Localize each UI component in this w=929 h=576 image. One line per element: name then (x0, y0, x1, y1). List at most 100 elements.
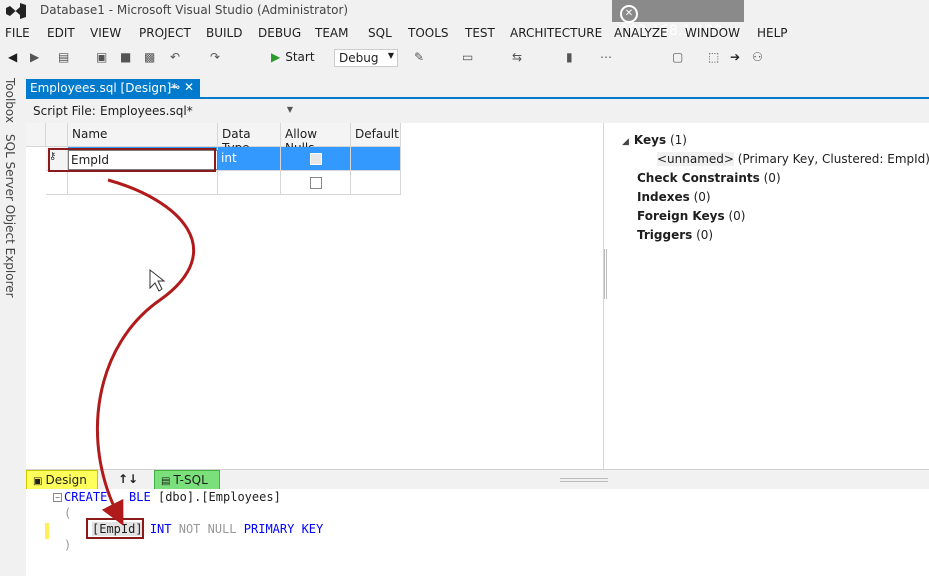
toolbox-tab[interactable]: Toolbox (3, 78, 17, 123)
chevron-down-icon: ▼ (286, 105, 293, 114)
tsql-editor[interactable]: − CREATE BLE [dbo].[Employees] ( [EmpId]… (26, 489, 929, 576)
tsql-pane-tab[interactable]: ▤ T-SQL (154, 470, 220, 490)
triggers-label: Triggers (637, 228, 693, 242)
menu-sql[interactable]: SQL (368, 26, 392, 40)
close-icon[interactable]: ✕ (184, 80, 194, 94)
cell-data-type[interactable] (218, 171, 281, 195)
design-icon: ▣ (33, 476, 43, 487)
cell-default[interactable] (351, 171, 401, 195)
navigate-forward-icon[interactable]: ▶ (30, 50, 39, 64)
redo-icon[interactable]: ↷ (210, 50, 220, 64)
standard-toolbar: ◀ ▶ ▤ ▣ ■ ▩ ↶ ↷ ▶ Start Debug ▼ ✎ ▭ ⇆ ▮ ⋯ … (0, 46, 929, 70)
menu-project[interactable]: PROJECT (139, 26, 191, 40)
menu-tools[interactable]: TOOLS (408, 26, 449, 40)
primary-key-item[interactable]: <unnamed> (Primary Key, Clustered: EmpId… (657, 152, 929, 166)
menu-edit[interactable]: EDIT (47, 26, 75, 40)
menu-help[interactable]: HELP (757, 26, 788, 40)
start-label: Start (285, 50, 315, 64)
solution-config-select[interactable]: Debug ▼ (334, 49, 398, 67)
menu-debug[interactable]: DEBUG (258, 26, 301, 40)
comment-icon[interactable]: ▭ (462, 50, 473, 64)
indexes-count: (0) (693, 190, 711, 204)
new-project-icon[interactable]: ▤ (58, 50, 69, 64)
menu-window[interactable]: WINDOW (685, 26, 740, 40)
tsql-tab-label: T-SQL (173, 473, 208, 487)
play-icon: ▶ (271, 50, 281, 64)
save-icon[interactable]: ■ (120, 50, 131, 64)
people-icon[interactable]: ⚇ (752, 50, 763, 64)
keys-label: Keys (633, 133, 667, 147)
cell-allow-nulls (281, 171, 351, 195)
document-tab-employees-design[interactable]: Employees.sql [Design]* ⊸ ✕ (26, 79, 200, 97)
cell-name[interactable] (68, 171, 218, 195)
swap-panes-button[interactable]: ↑↓ (112, 470, 138, 490)
code-line-4: ) (64, 538, 72, 552)
menu-test[interactable]: TEST (465, 26, 495, 40)
toggle-breakpoint-icon[interactable]: ▮ (566, 50, 573, 64)
menu-build[interactable]: BUILD (206, 26, 242, 40)
navigate-back-icon[interactable]: ◀ (8, 50, 17, 64)
find-in-files-icon[interactable]: ✎ (414, 50, 424, 64)
menu-analyze[interactable]: ANALYZE (614, 26, 668, 40)
keys-node[interactable]: ◢ Keys (1) (622, 133, 687, 147)
start-debugging-button[interactable]: ▶ Start (271, 50, 315, 64)
arrow-right-icon[interactable]: ➔ (730, 50, 740, 64)
document-tab-label: Employees.sql [Design]* (30, 81, 178, 95)
changed-line-marker (45, 523, 49, 539)
menu-file[interactable]: FILE (5, 26, 30, 40)
remote-connection-icon: ✕ (620, 5, 638, 23)
key-item-name: <unnamed> (657, 152, 734, 166)
column-header-name[interactable]: Name (68, 123, 218, 147)
script-file-value: Employees.sql* (100, 104, 193, 118)
menu-view[interactable]: VIEW (90, 26, 121, 40)
check-constraints-label: Check Constraints (637, 171, 760, 185)
title-bar: Database1 - Microsoft Visual Studio (Adm… (0, 0, 929, 39)
table-name: [dbo].[Employees] (157, 490, 281, 504)
side-tab-strip: Toolbox SQL Server Object Explorer (0, 72, 22, 576)
column-header-data-type[interactable]: Data Type (218, 123, 281, 155)
cell-default[interactable] (351, 147, 401, 171)
cell-allow-nulls (281, 147, 351, 171)
window-icon[interactable]: ▢ (672, 50, 683, 64)
columns-grid: Name Data Type Allow Nulls Default ⚷ int (26, 123, 603, 469)
foreign-keys-node[interactable]: Foreign Keys (0) (637, 209, 745, 223)
step-into-icon[interactable]: ⋯ (600, 50, 612, 64)
column-header-allow-nulls[interactable]: Allow Nulls (281, 123, 351, 155)
bookmark-icon[interactable]: ⇆ (512, 50, 522, 64)
sql-server-object-explorer-tab[interactable]: SQL Server Object Explorer (3, 134, 17, 298)
window-title: Database1 - Microsoft Visual Studio (Adm… (40, 3, 349, 17)
menu-team[interactable]: TEAM (315, 26, 348, 40)
collapse-triangle-icon[interactable]: ◢ (622, 137, 629, 147)
save-all-icon[interactable]: ▩ (144, 50, 155, 64)
design-tab-label: Design (45, 473, 87, 487)
pane-resize-grip[interactable] (560, 478, 608, 482)
chevron-down-icon: ▼ (387, 51, 394, 60)
check-constraints-node[interactable]: Check Constraints (0) (637, 171, 781, 185)
vertical-splitter-grip[interactable] (604, 249, 607, 299)
triggers-node[interactable]: Triggers (0) (637, 228, 713, 242)
grid-row-header-col (46, 123, 68, 147)
navigate-icon[interactable]: ⬚ (708, 50, 719, 64)
tsql-icon: ▤ (161, 476, 171, 487)
menu-bar: FILE EDIT VIEW PROJECT BUILD DEBUG TEAM … (0, 24, 929, 44)
undo-icon[interactable]: ↶ (170, 50, 180, 64)
allow-nulls-checkbox[interactable] (310, 177, 322, 189)
menu-architecture[interactable]: ARCHITECTURE (510, 26, 602, 40)
key-item-desc: (Primary Key, Clustered: EmpId) (737, 152, 929, 166)
foreign-keys-label: Foreign Keys (637, 209, 725, 223)
primary-key-keyword: PRIMARY KEY (243, 522, 324, 536)
script-file-select[interactable]: Employees.sql* ▼ (96, 102, 296, 120)
design-pane-tab[interactable]: ▣ Design (26, 470, 98, 490)
indexes-label: Indexes (637, 190, 690, 204)
collapse-outline-icon[interactable]: − (53, 493, 62, 502)
allow-nulls-checkbox[interactable] (310, 153, 322, 165)
pane-switcher: ▣ Design ↑↓ ▤ T-SQL (26, 469, 929, 490)
pin-icon[interactable]: ⊸ (170, 80, 180, 94)
code-line-1: CREATE BLE [dbo].[Employees] (64, 490, 281, 504)
row-selector[interactable] (46, 171, 68, 195)
column-header-default[interactable]: Default (351, 123, 401, 147)
indexes-node[interactable]: Indexes (0) (637, 190, 711, 204)
cell-data-type[interactable]: int (218, 147, 281, 171)
table-keyword: BLE (129, 490, 151, 504)
open-file-icon[interactable]: ▣ (96, 50, 107, 64)
